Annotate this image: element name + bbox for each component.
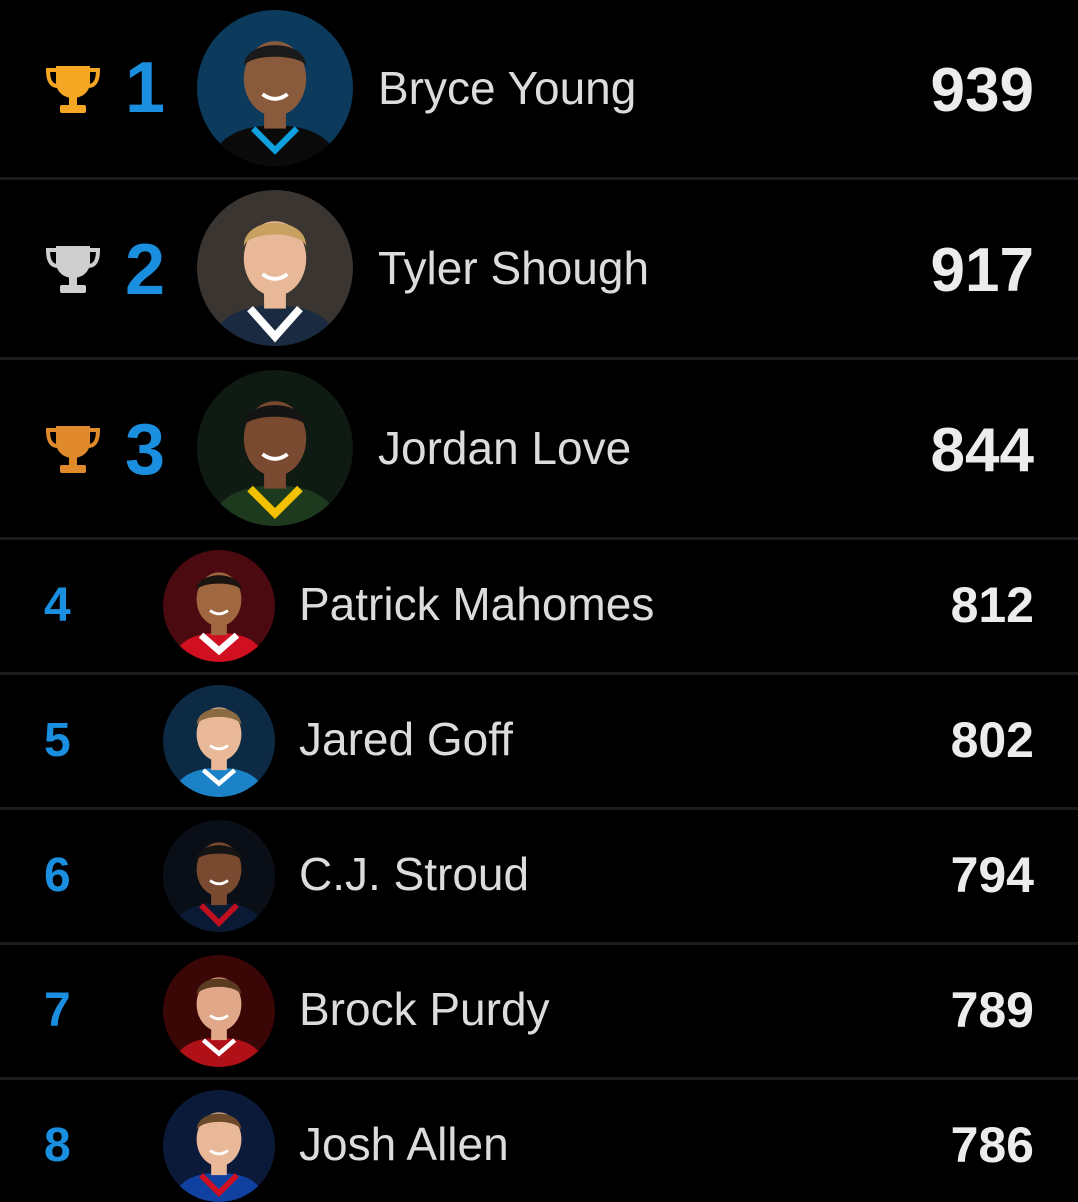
- player-score: 812: [950, 577, 1034, 633]
- rank-number: 4: [44, 579, 71, 632]
- rank-number: 6: [44, 849, 71, 902]
- leaderboard-row-8[interactable]: 8 Josh Allen 786: [0, 1080, 1078, 1202]
- player-avatar: [197, 370, 353, 526]
- player-name: Brock Purdy: [299, 983, 550, 1035]
- bronze-trophy-icon: [45, 426, 101, 473]
- rank-number: 5: [44, 714, 71, 767]
- player-name: Bryce Young: [378, 62, 637, 114]
- player-avatar: [163, 1090, 275, 1202]
- player-avatar: [163, 685, 275, 797]
- leaderboard-row-4[interactable]: 4 Patrick Mahomes 812: [0, 540, 1078, 675]
- leaderboard-row-6[interactable]: 6 C.J. Stroud 794: [0, 810, 1078, 945]
- rank-number: 1: [125, 48, 166, 128]
- leaderboard-row-2[interactable]: 2 Tyler Shough 917: [0, 180, 1078, 360]
- player-name: Josh Allen: [299, 1118, 509, 1170]
- player-score: 844: [930, 416, 1034, 485]
- player-name: C.J. Stroud: [299, 848, 530, 900]
- player-avatar: [163, 955, 275, 1067]
- player-score: 917: [930, 236, 1034, 305]
- gold-trophy-icon: [45, 66, 101, 113]
- silver-trophy-icon: [45, 246, 101, 293]
- player-name: Tyler Shough: [378, 242, 650, 294]
- player-score: 789: [950, 982, 1034, 1038]
- player-score: 786: [950, 1117, 1034, 1173]
- player-avatar: [197, 10, 353, 166]
- leaderboard-row-1[interactable]: 1 Bryce Young 939: [0, 0, 1078, 180]
- player-score: 802: [950, 712, 1034, 768]
- leaderboard-list: 1 Bryce Young 939 2 Tyler Shough 917 3 J…: [0, 0, 1078, 1202]
- player-score: 939: [930, 56, 1034, 125]
- player-name: Jared Goff: [299, 713, 513, 765]
- player-score: 794: [950, 847, 1034, 903]
- rank-number: 7: [44, 984, 71, 1037]
- player-name: Jordan Love: [378, 422, 632, 474]
- player-avatar: [163, 550, 275, 662]
- player-name: Patrick Mahomes: [299, 578, 655, 630]
- leaderboard-row-5[interactable]: 5 Jared Goff 802: [0, 675, 1078, 810]
- rank-number: 2: [125, 230, 166, 310]
- player-avatar: [197, 190, 353, 346]
- leaderboard-row-7[interactable]: 7 Brock Purdy 789: [0, 945, 1078, 1080]
- rank-number: 3: [125, 410, 166, 490]
- rank-number: 8: [44, 1119, 71, 1172]
- player-avatar: [163, 820, 275, 932]
- leaderboard-row-3[interactable]: 3 Jordan Love 844: [0, 360, 1078, 540]
